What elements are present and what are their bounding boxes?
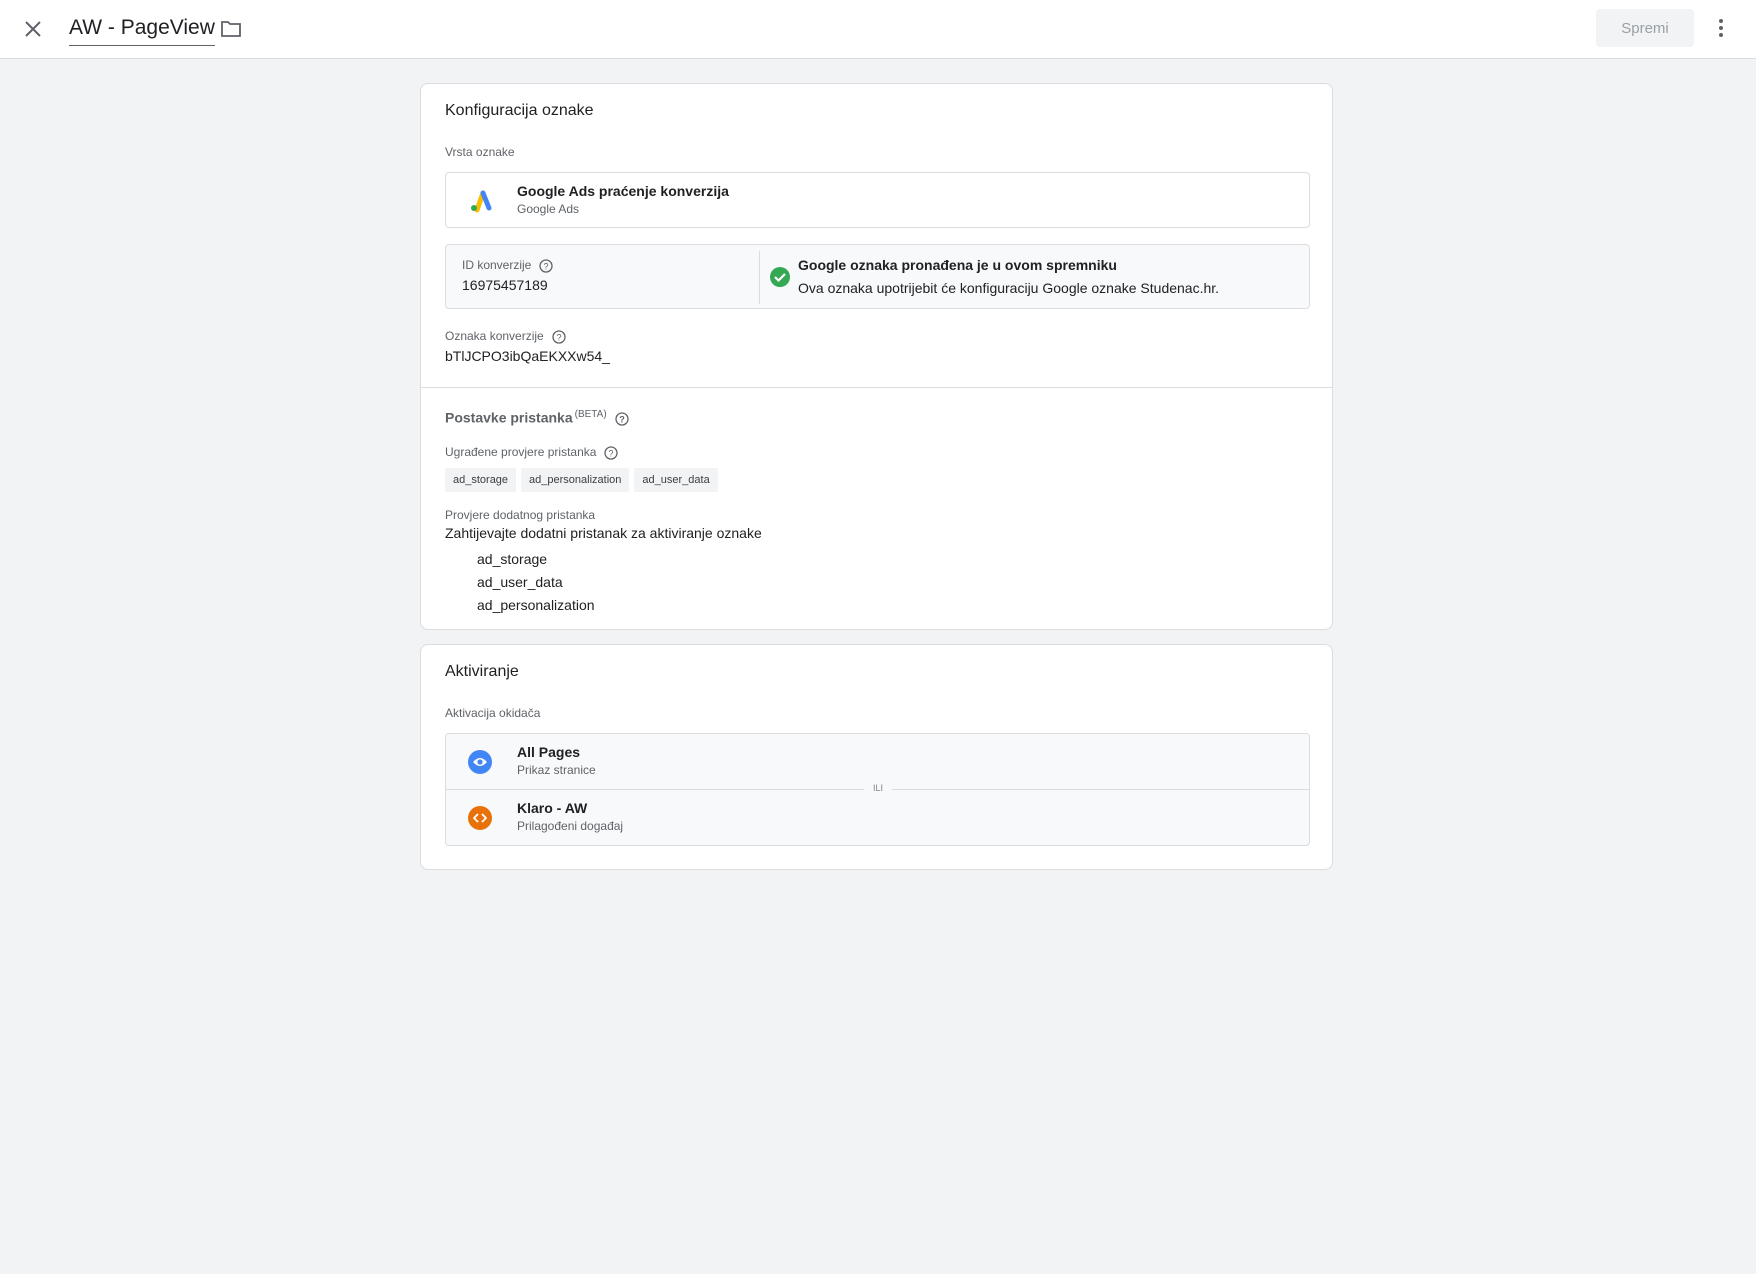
consent-chip: ad_storage [445,468,517,492]
trigger-list: All Pages Prikaz stranice ILI Klaro - AW… [445,733,1310,846]
google-tag-found-title: Google oznaka pronađena je u ovom spremn… [798,257,1117,273]
help-icon[interactable]: ? [539,259,554,273]
conversion-id-box: ID konverzije? 16975457189 Google oznaka… [445,244,1310,309]
trigger-type: Prikaz stranice [517,763,596,777]
conversion-id-label: ID konverzije? [462,258,554,273]
tag-type-sub: Google Ads [517,202,580,216]
firing-triggers-label: Aktivacija okidača [445,706,541,720]
tag-name-field[interactable]: AW - PageView [69,15,215,46]
top-bar: AW - PageView Spremi [0,0,1756,59]
consent-chip: ad_user_data [634,468,718,492]
help-icon[interactable]: ? [615,412,629,426]
tag-type-selector[interactable]: Google Ads praćenje konverzija Google Ad… [445,172,1310,228]
more-options-button[interactable] [1707,12,1735,44]
extra-consent-list: ad_storage ad_user_data ad_personalizati… [477,548,595,617]
google-tag-found-sub: Ova oznaka upotrijebit će konfiguraciju … [798,280,1220,296]
conversion-id-value[interactable]: 16975457189 [462,277,548,293]
builtin-consent-label: Ugrađene provjere pristanka? [445,445,619,460]
conversion-id-label-text: ID konverzije [462,258,532,272]
conversion-label-label: Oznaka konverzije? [445,329,566,344]
code-icon [468,806,492,830]
triggering-card[interactable]: Aktiviranje Aktivacija okidača All Pages… [420,644,1333,870]
conversion-label-label-text: Oznaka konverzije [445,329,544,343]
trigger-name: All Pages [517,744,581,760]
svg-text:?: ? [544,261,549,271]
extra-consent-text: Zahtijevajte dodatni pristanak za aktivi… [445,525,762,541]
builtin-consent-label-text: Ugrađene provjere pristanka [445,445,597,459]
builtin-consent-chips: ad_storage ad_personalization ad_user_da… [445,468,718,492]
beta-badge: (BETA) [574,409,607,420]
folder-icon [221,21,241,37]
close-button[interactable] [18,14,48,44]
list-item: ad_user_data [477,574,563,590]
svg-text:?: ? [556,332,561,342]
card-title: Konfiguracija oznake [445,102,594,119]
tag-type-name: Google Ads praćenje konverzija [517,183,729,199]
svg-text:?: ? [619,414,625,424]
google-ads-logo-icon [471,190,492,213]
eye-icon [468,750,492,774]
save-button[interactable]: Spremi [1596,9,1694,47]
help-icon[interactable]: ? [604,446,619,460]
svg-text:?: ? [609,448,614,458]
help-icon[interactable]: ? [552,330,566,344]
close-icon [25,21,41,37]
trigger-klaro-aw[interactable]: Klaro - AW Prilagođeni događaj [446,790,1309,845]
card-title: Aktiviranje [445,663,519,680]
extra-consent-label: Provjere dodatnog pristanka [445,508,596,522]
section-divider [421,387,1332,388]
divider [759,251,760,304]
check-circle-icon [770,267,790,287]
conversion-label-value[interactable]: bTlJCPO3ibQaEKXXw54_ [445,348,610,364]
more-vert-icon [1719,19,1723,37]
tag-configuration-card[interactable]: Konfiguracija oznake Vrsta oznake Google… [420,83,1333,630]
list-item: ad_personalization [477,597,595,613]
consent-chip: ad_personalization [521,468,630,492]
trigger-type: Prilagođeni događaj [517,819,624,833]
consent-settings-title: Postavke pristanka (BETA)? [445,409,629,426]
list-item: ad_storage [477,551,548,567]
trigger-name: Klaro - AW [517,800,588,816]
folder-button[interactable] [218,16,244,42]
trigger-all-pages[interactable]: All Pages Prikaz stranice [446,734,1309,789]
tag-type-label: Vrsta oznake [445,145,515,159]
consent-settings-title-text: Postavke pristanka [445,409,573,426]
